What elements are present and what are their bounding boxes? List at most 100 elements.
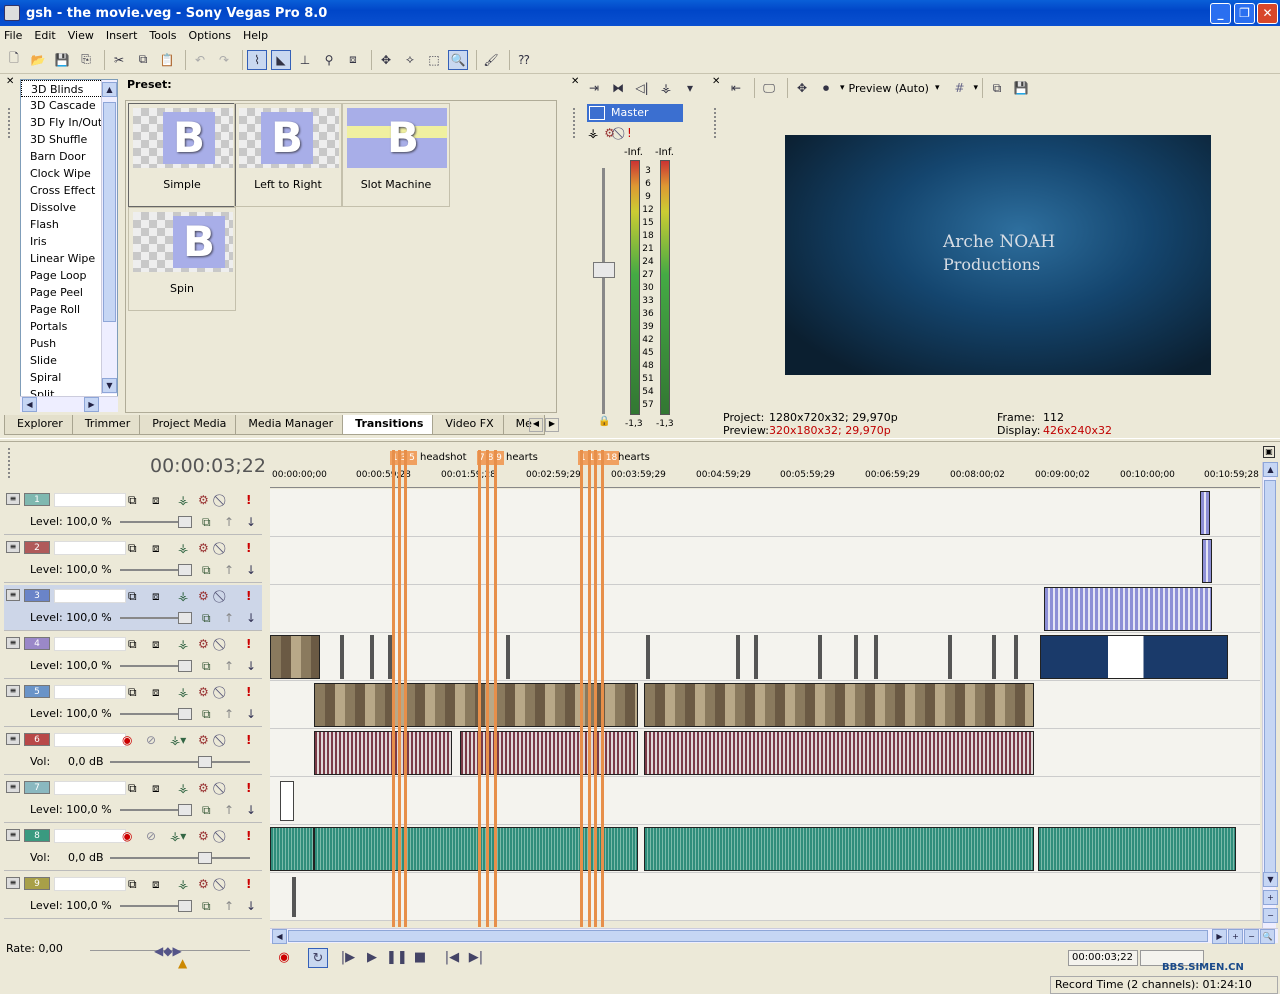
track-fx-chain-icon[interactable]: ⚶: [178, 589, 188, 603]
solo-icon[interactable]: !: [246, 541, 251, 555]
parent-composite-icon[interactable]: ⧉: [202, 803, 211, 818]
invert-phase-icon[interactable]: ⊘: [146, 829, 156, 843]
lock-envelopes-icon[interactable]: ⚲: [319, 50, 339, 70]
video-event[interactable]: [1202, 539, 1212, 583]
parent-composite-icon[interactable]: ⧉: [202, 563, 211, 578]
zoom-in-vertical-icon[interactable]: +: [1263, 890, 1278, 905]
zoom-out-time-icon[interactable]: −: [1244, 929, 1259, 944]
dock-grip[interactable]: [8, 108, 12, 138]
video-event[interactable]: [646, 635, 650, 679]
split-screen-icon[interactable]: ✥: [792, 78, 812, 98]
preview-quality-arrow-icon[interactable]: ▾: [935, 83, 940, 93]
solo-icon[interactable]: !: [246, 781, 251, 795]
track-level-slider[interactable]: [120, 804, 192, 816]
menu-help[interactable]: Help: [243, 29, 268, 42]
cursor-position-field[interactable]: 00:00:03;22: [1068, 950, 1138, 966]
arm-record-icon[interactable]: ◉: [122, 733, 132, 747]
video-event[interactable]: [1040, 635, 1228, 679]
track-level-slider[interactable]: [110, 852, 250, 864]
zoom-tool-icon[interactable]: 🔍: [448, 49, 468, 70]
video-event[interactable]: [270, 635, 320, 679]
track-level-slider[interactable]: [120, 564, 192, 576]
track-lane-6[interactable]: [270, 729, 1260, 777]
track-name-field[interactable]: [54, 685, 126, 699]
undo-icon[interactable]: ↶: [190, 50, 210, 70]
parent-composite-icon[interactable]: ⧉: [202, 899, 211, 914]
close-dock-icon[interactable]: ✕: [712, 76, 720, 87]
track-motion-icon[interactable]: ⧈: [152, 685, 160, 700]
menu-tools[interactable]: Tools: [149, 29, 176, 42]
audio-event[interactable]: [314, 731, 452, 775]
minimize-track-icon[interactable]: ≡: [6, 877, 20, 889]
dock-grip[interactable]: [573, 108, 577, 138]
video-event[interactable]: [854, 635, 858, 679]
tab-trimmer[interactable]: Trimmer: [71, 415, 144, 435]
track-header-9[interactable]: ≡9⧉⧈⚶⚙⃠!Level: 100,0 %⧉↑↓: [4, 873, 262, 919]
track-fx-gear-icon[interactable]: ⚙: [198, 733, 209, 747]
marker-line[interactable]: [594, 450, 597, 927]
track-level-knob[interactable]: [178, 804, 192, 816]
minimize-track-icon[interactable]: ≡: [6, 637, 20, 649]
solo-icon[interactable]: !: [246, 493, 251, 507]
track-header-5[interactable]: ≡5⧉⧈⚶⚙⃠!Level: 100,0 %⧉↑↓: [4, 681, 262, 727]
track-header-1[interactable]: ≡1⧉⧈⚶⚙⃠!Level: 100,0 %⧉↑↓: [4, 489, 262, 535]
scroll-down-icon[interactable]: ▼: [102, 378, 117, 393]
preview-quality-select[interactable]: Preview (Auto): [849, 82, 929, 95]
track-fx-chain-icon[interactable]: ⚶▾: [170, 829, 186, 843]
track-name-field[interactable]: [54, 733, 126, 747]
preset-spin[interactable]: B Spin: [128, 207, 236, 311]
tab-video-fx[interactable]: Video FX: [432, 415, 507, 435]
arm-record-icon[interactable]: ◉: [122, 829, 132, 843]
marker-line[interactable]: [392, 450, 395, 927]
audio-event[interactable]: [644, 827, 1034, 871]
parent-composite-icon[interactable]: ⧉: [202, 707, 211, 722]
video-event[interactable]: [370, 635, 374, 679]
track-name-field[interactable]: [54, 877, 126, 891]
mixer-assign-icon[interactable]: ⚶: [656, 78, 676, 98]
scroll-left-icon[interactable]: ◀: [22, 397, 37, 412]
scroll-thumb[interactable]: [1264, 480, 1276, 880]
track-fx-gear-icon[interactable]: ⚙: [198, 637, 209, 651]
go-to-start-icon[interactable]: |◀: [442, 948, 462, 968]
compositing-mode-icon[interactable]: ⧉: [128, 877, 137, 892]
track-name-field[interactable]: [54, 829, 126, 843]
minimize-button[interactable]: _: [1210, 3, 1231, 24]
loop-playback-icon[interactable]: ↻: [308, 948, 328, 968]
play-from-start-icon[interactable]: |▶: [338, 948, 358, 968]
track-motion-icon[interactable]: ⧈: [152, 637, 160, 652]
whats-this-icon[interactable]: ⁇: [514, 50, 534, 70]
track-fx-chain-icon[interactable]: ⚶: [178, 781, 188, 795]
solo-icon[interactable]: !: [246, 685, 251, 699]
track-fx-chain-icon[interactable]: ⚶: [178, 637, 188, 651]
minimize-track-icon[interactable]: ≡: [6, 493, 20, 505]
track-fx-gear-icon[interactable]: ⚙: [198, 541, 209, 555]
tab-scroll-right-icon[interactable]: ▶: [545, 418, 559, 432]
video-event[interactable]: [874, 635, 878, 679]
time-ruler[interactable]: 00:00:00;00 00:00:59;28 00:01:59;28 00:0…: [270, 470, 1260, 488]
grid-icon[interactable]: #: [950, 78, 970, 98]
track-lane-2[interactable]: [270, 537, 1260, 585]
minimize-track-icon[interactable]: ≡: [6, 781, 20, 793]
video-event[interactable]: [992, 635, 996, 679]
play-icon[interactable]: ▶: [362, 948, 382, 968]
make-compositing-child-icon[interactable]: ↓: [246, 659, 256, 673]
menu-edit[interactable]: Edit: [34, 29, 55, 42]
track-level-knob[interactable]: [198, 852, 212, 864]
preset-simple[interactable]: B Simple: [128, 103, 236, 207]
marker-line[interactable]: [494, 450, 497, 927]
minimize-track-icon[interactable]: ≡: [6, 733, 20, 745]
preset-left-to-right[interactable]: B Left to Right: [234, 103, 342, 207]
make-compositing-child-icon[interactable]: ↓: [246, 611, 256, 625]
selection-tool-icon[interactable]: ⬚: [424, 50, 444, 70]
auto-crossfade-icon[interactable]: ◣: [271, 49, 291, 70]
track-name-field[interactable]: [54, 781, 126, 795]
marker-label[interactable]: 1 1 1 18: [578, 451, 620, 465]
close-dock-icon[interactable]: ✕: [571, 76, 579, 87]
bus-assign-icon[interactable]: ⚶: [588, 126, 598, 141]
save-icon[interactable]: 💾: [52, 50, 72, 70]
track-name-field[interactable]: [54, 493, 126, 507]
menu-options[interactable]: Options: [189, 29, 231, 42]
marker-line[interactable]: [601, 450, 604, 927]
track-header-6[interactable]: ≡6◉⊘⚶▾⚙⃠!Vol:0,0 dB: [4, 729, 262, 775]
video-event[interactable]: [292, 877, 296, 917]
